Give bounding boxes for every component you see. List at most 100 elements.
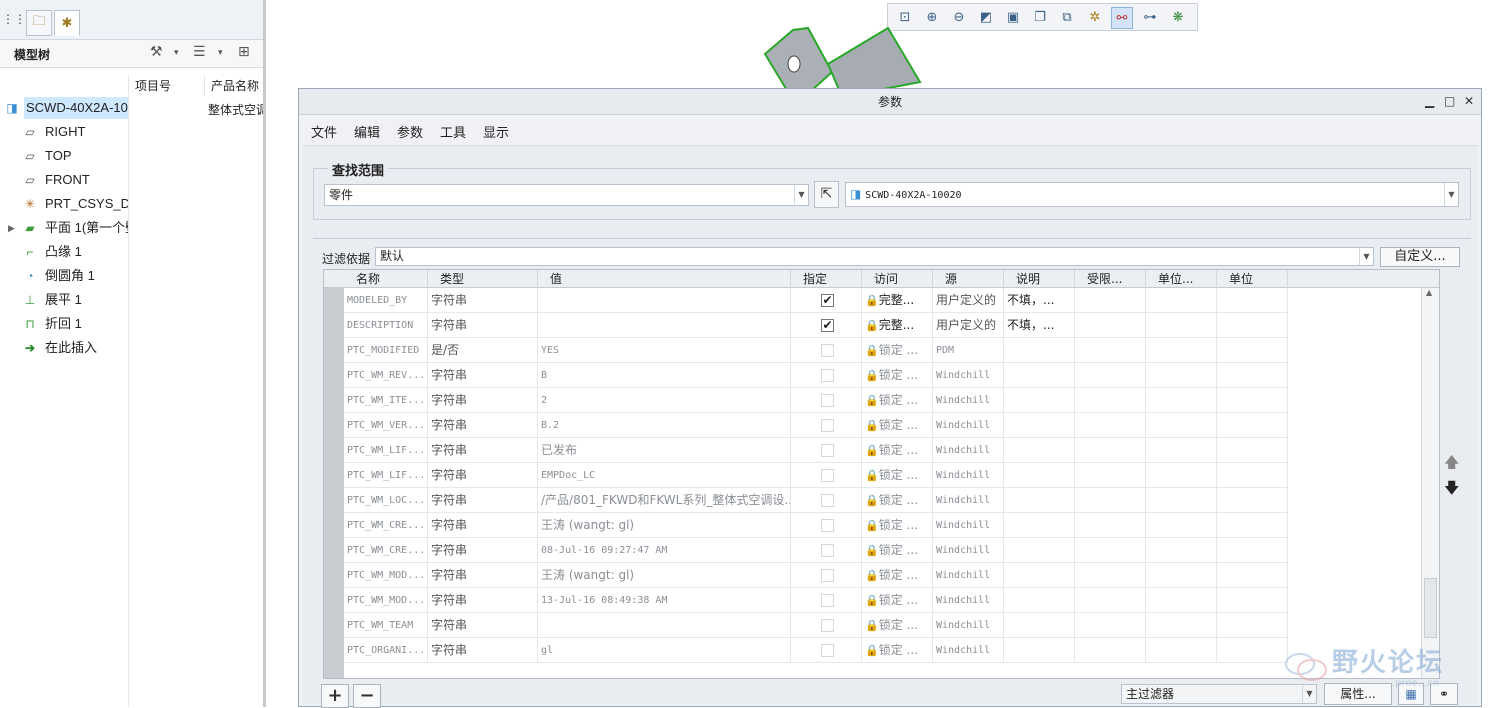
menu-display[interactable]: 显示 [483, 122, 509, 141]
designate-cell[interactable] [791, 513, 862, 538]
type-cell[interactable]: 字符串 [428, 288, 538, 313]
value-cell[interactable]: B.2 [538, 413, 791, 438]
table-row[interactable]: PTC_WM_LIF... 字符串 EMPDoc_LC 🔒锁定 ... Windchil… [344, 463, 1288, 488]
source-cell[interactable]: Windchill [933, 438, 1004, 463]
unitq-cell[interactable] [1146, 463, 1217, 488]
access-cell[interactable]: 🔒完整... [862, 313, 933, 338]
name-cell[interactable]: PTC_WM_MOD... [344, 563, 428, 588]
table-row[interactable]: MODELED_BY 字符串 ✔ 🔒完整... 用户定义的 不填，... [344, 288, 1288, 313]
designate-checkbox[interactable] [821, 444, 834, 457]
tree-item-top[interactable]: ▱ TOP [0, 145, 128, 167]
unitq-cell[interactable] [1146, 488, 1217, 513]
scope-type-select[interactable]: 零件 ▼ [324, 184, 809, 206]
sheetmetal-part-graphic[interactable] [760, 22, 930, 92]
restricted-cell[interactable] [1075, 413, 1146, 438]
access-cell[interactable]: 🔒锁定 ... [862, 338, 933, 363]
designate-checkbox[interactable] [821, 344, 834, 357]
unit-cell[interactable] [1217, 538, 1288, 563]
column-header-source[interactable]: 源 [933, 270, 1004, 288]
designate-checkbox[interactable] [821, 394, 834, 407]
add-parameter-button[interactable]: + [321, 684, 349, 708]
menu-tools[interactable]: 工具 [440, 122, 466, 141]
access-cell[interactable]: 🔒锁定 ... [862, 638, 933, 663]
table-row[interactable]: PTC_WM_LIF... 字符串 已发布 🔒锁定 ... Windchill [344, 438, 1288, 463]
table-row[interactable]: PTC_ORGANI... 字符串 gl 🔒锁定 ... Windchill [344, 638, 1288, 663]
type-cell[interactable]: 字符串 [428, 563, 538, 588]
column-header-name[interactable]: 名称 [344, 270, 428, 288]
value-cell[interactable]: 已发布 [538, 438, 791, 463]
type-cell[interactable]: 字符串 [428, 613, 538, 638]
unitq-cell[interactable] [1146, 638, 1217, 663]
unit-cell[interactable] [1217, 613, 1288, 638]
source-cell[interactable]: Windchill [933, 413, 1004, 438]
column-header-product-name[interactable]: 产品名称 [204, 76, 263, 96]
type-cell[interactable]: 字符串 [428, 388, 538, 413]
unitq-cell[interactable] [1146, 388, 1217, 413]
desc-cell[interactable] [1004, 638, 1075, 663]
unit-cell[interactable] [1217, 313, 1288, 338]
restricted-cell[interactable] [1075, 313, 1146, 338]
type-cell[interactable]: 字符串 [428, 363, 538, 388]
name-cell[interactable]: PTC_WM_LOC... [344, 488, 428, 513]
tree-toggle-icon[interactable]: ⋮⋮ [2, 12, 26, 32]
access-cell[interactable]: 🔒锁定 ... [862, 513, 933, 538]
menu-file[interactable]: 文件 [311, 122, 337, 141]
access-cell[interactable]: 🔒锁定 ... [862, 463, 933, 488]
source-cell[interactable]: Windchill [933, 588, 1004, 613]
desc-cell[interactable] [1004, 538, 1075, 563]
source-cell[interactable]: 用户定义的 [933, 313, 1004, 338]
column-header-unit-quantity[interactable]: 单位... [1146, 270, 1217, 288]
unit-cell[interactable] [1217, 338, 1288, 363]
access-cell[interactable]: 🔒锁定 ... [862, 438, 933, 463]
tree-item-plane-wall[interactable]: ▶ ▰ 平面 1(第一个壁 [0, 217, 128, 239]
type-cell[interactable]: 字符串 [428, 313, 538, 338]
table-row[interactable]: PTC_WM_TEAM 字符串 🔒锁定 ... Windchill [344, 613, 1288, 638]
view-manager-icon[interactable]: ⧉ [1056, 7, 1078, 29]
table-row[interactable]: PTC_WM_VER... 字符串 B.2 🔒锁定 ... Windchill [344, 413, 1288, 438]
restricted-cell[interactable] [1075, 538, 1146, 563]
access-cell[interactable]: 🔒锁定 ... [862, 588, 933, 613]
type-cell[interactable]: 是/否 [428, 338, 538, 363]
unitq-cell[interactable] [1146, 338, 1217, 363]
access-cell[interactable]: 🔒锁定 ... [862, 413, 933, 438]
source-cell[interactable]: PDM [933, 338, 1004, 363]
unit-cell[interactable] [1217, 588, 1288, 613]
table-row[interactable]: PTC_WM_REV... 字符串 B 🔒锁定 ... Windchill [344, 363, 1288, 388]
menu-parameters[interactable]: 参数 [397, 122, 423, 141]
name-cell[interactable]: PTC_WM_ITE... [344, 388, 428, 413]
access-cell[interactable]: 🔒锁定 ... [862, 613, 933, 638]
chevron-down-icon[interactable]: ▾ [174, 48, 179, 58]
unitq-cell[interactable] [1146, 288, 1217, 313]
designate-checkbox[interactable] [821, 494, 834, 507]
designate-checkbox[interactable] [821, 644, 834, 657]
source-cell[interactable]: 用户定义的 [933, 288, 1004, 313]
access-cell[interactable]: 🔒锁定 ... [862, 563, 933, 588]
value-cell[interactable] [538, 313, 791, 338]
type-cell[interactable]: 字符串 [428, 488, 538, 513]
restricted-cell[interactable] [1075, 513, 1146, 538]
type-cell[interactable]: 字符串 [428, 538, 538, 563]
unitq-cell[interactable] [1146, 613, 1217, 638]
column-header-item-number[interactable]: 项目号 [128, 76, 204, 96]
annotation-display-icon[interactable]: ⚯ [1111, 7, 1133, 29]
desc-cell[interactable] [1004, 488, 1075, 513]
designate-cell[interactable] [791, 563, 862, 588]
spin-center-icon[interactable]: ⊶ [1139, 7, 1161, 29]
desc-cell[interactable]: 不填，... [1004, 288, 1075, 313]
source-cell[interactable]: Windchill [933, 363, 1004, 388]
name-cell[interactable]: PTC_WM_MOD... [344, 588, 428, 613]
access-cell[interactable]: 🔒锁定 ... [862, 363, 933, 388]
desc-cell[interactable] [1004, 413, 1075, 438]
source-cell[interactable]: Windchill [933, 563, 1004, 588]
unit-cell[interactable] [1217, 463, 1288, 488]
source-cell[interactable]: Windchill [933, 488, 1004, 513]
unitq-cell[interactable] [1146, 538, 1217, 563]
column-header-value[interactable]: 值 [538, 270, 791, 288]
name-cell[interactable]: PTC_WM_VER... [344, 413, 428, 438]
designate-checkbox[interactable] [821, 594, 834, 607]
designate-cell[interactable] [791, 413, 862, 438]
restricted-cell[interactable] [1075, 363, 1146, 388]
unitq-cell[interactable] [1146, 413, 1217, 438]
value-cell[interactable]: B [538, 363, 791, 388]
value-cell[interactable]: 13-Jul-16 08:49:38 AM [538, 588, 791, 613]
